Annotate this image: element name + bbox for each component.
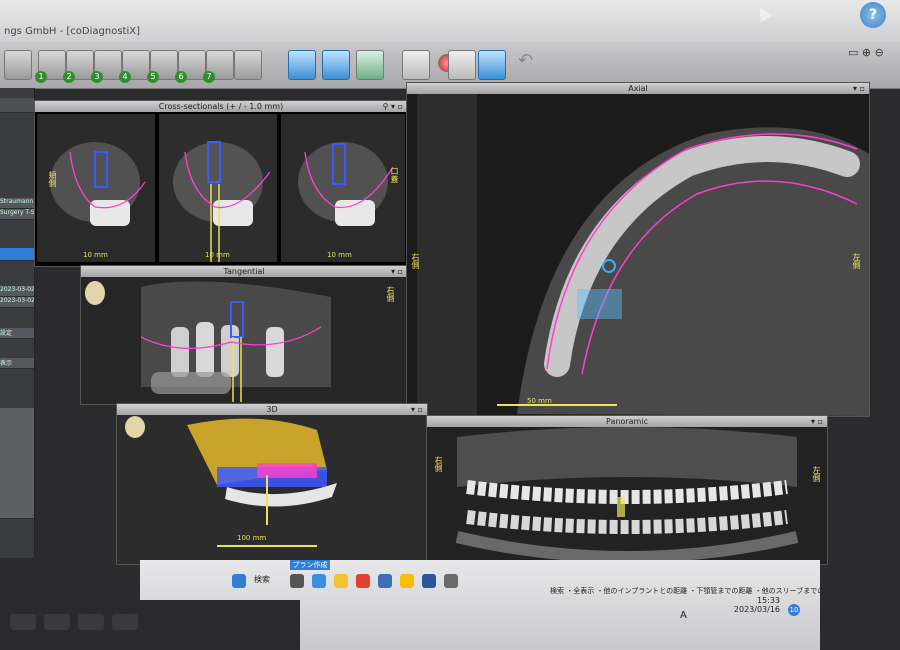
clock-date: 2023/03/16 [733,605,780,614]
skull-orientation-icon [85,281,105,305]
tangential-image [81,277,407,404]
scale-label: 10 mm [205,251,230,259]
view-header: Tangential ▾ ▫ [81,266,407,277]
sleeve-distance-icon[interactable] [448,50,476,80]
panel-list-area[interactable] [0,408,34,519]
tooth-crown [335,200,375,226]
arch-curve-icon[interactable] [356,50,384,80]
panel-item[interactable]: 設定 [0,328,34,339]
clock-time: 15:33 [756,596,780,605]
window-title: ngs GmbH - [coDiagnostiX] [4,26,140,37]
panoramic-image [427,427,827,564]
panoramic-view[interactable]: Panoramic ▾ ▫ 右側 左側 [426,415,828,565]
view-controls[interactable]: ▾ ▫ [853,83,865,94]
scale-label: 50 mm [527,397,552,405]
implant-highlight [577,289,622,319]
scale-label: 10 mm [327,251,352,259]
implant-tool-icon[interactable] [288,50,316,80]
edge-icon[interactable] [312,574,326,588]
panel-item[interactable]: 2023-03-02_R_PDI_Upper [0,297,34,308]
scale-label: 10 mm [83,251,108,259]
view-controls[interactable]: ⚲ ▾ ▫ [383,101,403,112]
axial-image [407,94,869,416]
view-header: Panoramic ▾ ▫ [427,416,827,427]
panel-item[interactable]: Surgery T-Sle [0,209,34,220]
view-controls[interactable]: ▾ ▫ [391,266,403,277]
view-title: Cross-sectionals (+ / - 1.0 mm) [158,102,284,111]
keyboard-key [10,614,36,630]
view-header: Axial ▾ ▫ [407,83,869,94]
left-object-panel: Straumann Titanium Surgery T-Sle 2023-03… [0,88,35,558]
scale-label: 100 mm [237,534,267,542]
cube-click-icon[interactable] [478,50,506,80]
select-cube-icon[interactable] [322,50,350,80]
3d-view[interactable]: 3D ▾ ▫ 100 mm [116,403,428,565]
status-bar-text: 検索 ・全表示 ・他のインプラントとの距離 ・下顎管までの距離 ・他のスリーブま… [550,586,820,596]
orientation-label: 左側 [812,466,821,482]
orientation-label: 右側 [434,456,443,472]
tooth-crown [90,200,130,226]
axial-view[interactable]: Axial ▾ ▫ 50 mm 右側 左側 [406,82,870,417]
mail-icon[interactable] [378,574,392,588]
view-header: 3D ▾ ▫ [117,404,427,415]
view-header: Cross-sectionals (+ / - 1.0 mm) ⚲ ▾ ▫ [35,101,407,112]
help-button[interactable]: ? [860,2,886,28]
workflow-step-1-button[interactable] [35,50,66,83]
panel-item[interactable]: 2023-03-02_R_PDI_Upper [0,286,34,297]
workflow-step-2-button[interactable] [63,50,94,83]
undo-icon[interactable]: ↶ [518,50,544,78]
explorer-icon[interactable] [334,574,348,588]
scale-bar [217,545,317,547]
title-bar: ngs GmbH - [coDiagnostiX] ? [0,0,900,42]
tangential-view[interactable]: Tangential ▾ ▫ 右側 [80,265,408,405]
view-title: Axial [628,84,648,93]
keyboard-key [112,614,138,630]
cross-section-images [37,114,405,262]
keyboard-key [44,614,70,630]
orientation-label: 頬側 [48,171,57,187]
window-controls[interactable]: ▭ ⊕ ⊖ [848,46,884,59]
panel-item[interactable]: Straumann Titanium [0,198,34,209]
orientation-label: 右側 [411,253,420,269]
laptop-screen: ngs GmbH - [coDiagnostiX] ? ↶ ▭ ⊕ ⊖ Stra… [0,0,900,650]
orientation-label: 左側 [852,253,861,269]
workflow-step-3-button[interactable] [91,50,122,83]
view-title: Tangential [223,267,265,276]
workflow-step-7-button[interactable] [203,50,234,83]
workflow-step-6-button[interactable] [175,50,206,83]
active-app-tab[interactable]: プラン作成 [290,560,330,570]
3d-model [117,415,427,564]
start-icon[interactable] [232,574,246,588]
view-title: Panoramic [606,417,648,426]
view-title: 3D [266,405,278,414]
orientation-label: 口蓋 [390,167,399,183]
task-view-icon[interactable] [290,574,304,588]
panel-item[interactable]: 表示 [0,358,34,369]
keyboard-key [78,614,104,630]
system-clock[interactable]: 15:33 2023/03/16 [734,596,780,614]
app-icon[interactable] [422,574,436,588]
panel-header [0,98,34,113]
scale-bar [497,404,617,406]
app-icon[interactable] [444,574,458,588]
ime-indicator[interactable]: A [680,610,687,621]
skull-orientation-icon [125,416,145,438]
orientation-label: 右側 [386,286,395,302]
home-cube-icon[interactable] [4,50,32,80]
chrome-icon[interactable] [400,574,414,588]
workflow-step-5-button[interactable] [147,50,178,83]
printer-icon[interactable] [234,50,262,80]
view-controls[interactable]: ▾ ▫ [411,404,423,415]
measure-distance-icon[interactable] [402,50,430,80]
view-controls[interactable]: ▾ ▫ [811,416,823,427]
cross-sectional-view[interactable]: Cross-sectionals (+ / - 1.0 mm) ⚲ ▾ ▫ 10… [34,100,408,267]
office-icon[interactable] [356,574,370,588]
workflow-step-4-button[interactable] [119,50,150,83]
panel-item-selected[interactable] [0,248,34,261]
mouse-pointer-icon [753,3,773,23]
taskbar-search[interactable]: 検索 [254,574,270,585]
notification-badge[interactable]: 10 [788,604,800,616]
